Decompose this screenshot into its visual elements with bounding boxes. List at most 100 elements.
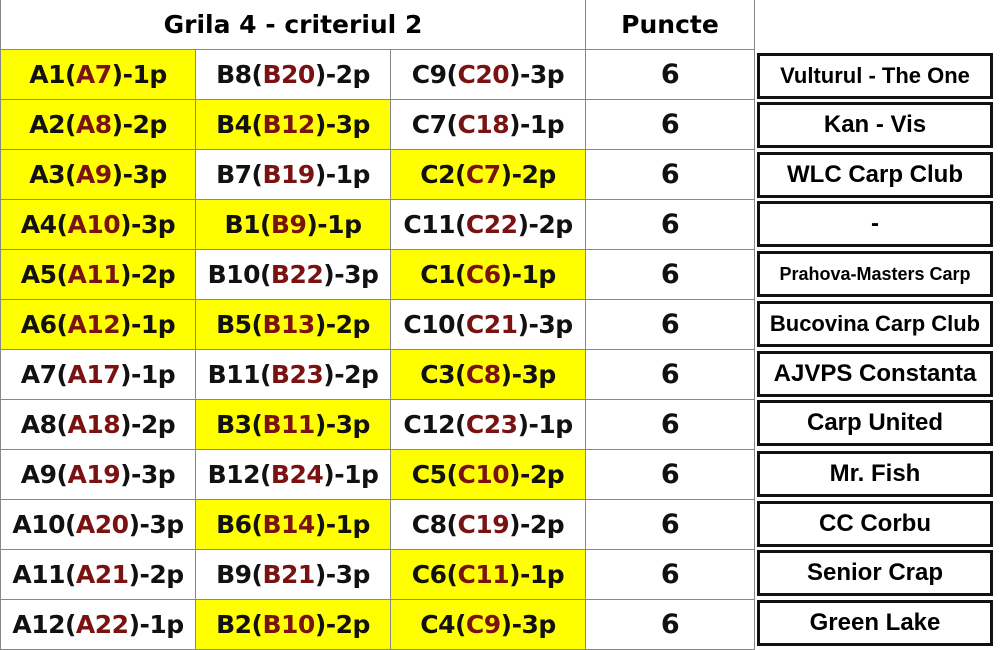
cell-inner-text: C10 bbox=[457, 460, 510, 489]
cell-pre-text: A11( bbox=[12, 560, 76, 589]
cell-inner-text: C11 bbox=[457, 560, 510, 589]
assignment-cell: C2(C7)-2p bbox=[390, 149, 586, 200]
cell-inner-text: B9 bbox=[270, 210, 307, 239]
cell-post-text: )-1p bbox=[111, 60, 168, 89]
assignment-cell: B12(B24)-1p bbox=[195, 449, 391, 500]
cell-post-text: )-3p bbox=[314, 410, 371, 439]
cell-inner-text: A18 bbox=[67, 410, 121, 439]
cell-inner-text: B13 bbox=[262, 310, 315, 339]
assignment-cell: B2(B10)-2p bbox=[195, 599, 391, 650]
cell-pre-text: A9( bbox=[20, 460, 68, 489]
cell-pre-text: A3( bbox=[29, 160, 76, 189]
points-cell: 6 bbox=[585, 599, 755, 650]
points-header: Puncte bbox=[585, 0, 755, 50]
team-name-box: - bbox=[757, 201, 993, 247]
assignment-cell: B4(B12)-3p bbox=[195, 99, 391, 150]
cell-pre-text: A8( bbox=[20, 410, 68, 439]
assignment-cell: C11(C22)-2p bbox=[390, 199, 586, 250]
cell-post-text: )-2p bbox=[314, 610, 371, 639]
cell-pre-text: C10( bbox=[403, 310, 466, 339]
cell-pre-text: B5( bbox=[216, 310, 263, 339]
cell-inner-text: B14 bbox=[262, 510, 315, 539]
assignment-cell: B6(B14)-1p bbox=[195, 499, 391, 550]
cell-pre-text: B7( bbox=[216, 160, 263, 189]
cell-inner-text: B20 bbox=[262, 60, 315, 89]
cell-post-text: )-3p bbox=[120, 460, 176, 489]
assignment-cell: A8(A18)-2p bbox=[0, 399, 196, 450]
assignment-cell: B8(B20)-2p bbox=[195, 49, 391, 100]
cell-post-text: )-2p bbox=[323, 360, 379, 389]
table-row: A5(A11)-2p B10(B22)-3p C1(C6)-1p 6 bbox=[0, 249, 755, 300]
cell-post-text: )-1p bbox=[509, 560, 565, 589]
cell-post-text: )-3p bbox=[509, 60, 565, 89]
cell-pre-text: B12( bbox=[207, 460, 272, 489]
team-name-box: Carp United bbox=[757, 400, 993, 446]
cell-inner-text: C23 bbox=[465, 410, 518, 439]
cell-post-text: )-3p bbox=[517, 310, 574, 339]
points-cell: 6 bbox=[585, 99, 755, 150]
cell-post-text: )-1p bbox=[128, 610, 185, 639]
cell-post-text: )-2p bbox=[120, 410, 176, 439]
table-row: A8(A18)-2p B3(B11)-3p C12(C23)-1p 6 bbox=[0, 399, 755, 450]
cell-inner-text: A22 bbox=[75, 610, 129, 639]
table-row: A12(A22)-1p B2(B10)-2p C4(C9)-3p 6 bbox=[0, 599, 755, 650]
team-name-box: WLC Carp Club bbox=[757, 152, 993, 198]
assignment-cell: A7(A17)-1p bbox=[0, 349, 196, 400]
table-row: A6(A12)-1p B5(B13)-2p C10(C21)-3p 6 bbox=[0, 299, 755, 350]
assignment-cell: A11(A21)-2p bbox=[0, 549, 196, 600]
cell-post-text: )-2p bbox=[517, 210, 574, 239]
points-cell: 6 bbox=[585, 549, 755, 600]
assignment-cell: B11(B23)-2p bbox=[195, 349, 391, 400]
cell-post-text: )-3p bbox=[111, 160, 168, 189]
grid-sheet: Grila 4 - criteriul 2 Puncte A1(A7)-1p B8… bbox=[0, 0, 1000, 650]
points-cell: 6 bbox=[585, 249, 755, 300]
table-row: A7(A17)-1p B11(B23)-2p C3(C8)-3p 6 bbox=[0, 349, 755, 400]
cell-inner-text: A19 bbox=[67, 460, 121, 489]
grid-table: Grila 4 - criteriul 2 Puncte A1(A7)-1p B8… bbox=[0, 0, 755, 650]
cell-post-text: )-1p bbox=[120, 310, 176, 339]
cell-post-text: )-3p bbox=[314, 110, 371, 139]
cell-inner-text: C22 bbox=[465, 210, 518, 239]
team-name-box: CC Corbu bbox=[757, 501, 993, 547]
cell-pre-text: C8( bbox=[411, 510, 458, 539]
cell-pre-text: B6( bbox=[216, 510, 263, 539]
cell-pre-text: A2( bbox=[29, 110, 76, 139]
assignment-cell: A9(A19)-3p bbox=[0, 449, 196, 500]
cell-pre-text: A4( bbox=[20, 210, 68, 239]
assignment-cell: A5(A11)-2p bbox=[0, 249, 196, 300]
cell-pre-text: C3( bbox=[420, 360, 466, 389]
cell-inner-text: B19 bbox=[262, 160, 315, 189]
cell-pre-text: B9( bbox=[216, 560, 263, 589]
cell-pre-text: A6( bbox=[20, 310, 68, 339]
assignment-cell: A4(A10)-3p bbox=[0, 199, 196, 250]
points-cell: 6 bbox=[585, 199, 755, 250]
cell-pre-text: A12( bbox=[12, 610, 76, 639]
team-name-box: Prahova-Masters Carp bbox=[757, 251, 993, 297]
cell-inner-text: C20 bbox=[457, 60, 510, 89]
cell-inner-text: A17 bbox=[67, 360, 121, 389]
cell-inner-text: C8 bbox=[465, 360, 501, 389]
cell-pre-text: A10( bbox=[12, 510, 76, 539]
cell-inner-text: B24 bbox=[270, 460, 324, 489]
cell-pre-text: A7( bbox=[20, 360, 68, 389]
assignment-cell: A10(A20)-3p bbox=[0, 499, 196, 550]
cell-inner-text: B12 bbox=[262, 110, 315, 139]
assignment-cell: A6(A12)-1p bbox=[0, 299, 196, 350]
cell-post-text: )-3p bbox=[120, 210, 176, 239]
cell-post-text: )-2p bbox=[111, 110, 168, 139]
assignment-cell: B10(B22)-3p bbox=[195, 249, 391, 300]
cell-inner-text: A7 bbox=[75, 60, 112, 89]
cell-post-text: )-2p bbox=[128, 560, 185, 589]
cell-post-text: )-2p bbox=[500, 160, 557, 189]
cell-post-text: )-2p bbox=[509, 510, 565, 539]
cell-inner-text: C18 bbox=[457, 110, 510, 139]
table-row: A3(A9)-3p B7(B19)-1p C2(C7)-2p 6 bbox=[0, 149, 755, 200]
cell-inner-text: C9 bbox=[465, 610, 501, 639]
team-name-box: Vulturul - The One bbox=[757, 53, 993, 99]
cell-post-text: )-1p bbox=[120, 360, 176, 389]
assignment-cell: C12(C23)-1p bbox=[390, 399, 586, 450]
table-row: A9(A19)-3p B12(B24)-1p C5(C10)-2p 6 bbox=[0, 449, 755, 500]
table-row: A2(A8)-2p B4(B12)-3p C7(C18)-1p 6 bbox=[0, 99, 755, 150]
cell-inner-text: A21 bbox=[75, 560, 129, 589]
cell-post-text: )-3p bbox=[323, 260, 379, 289]
